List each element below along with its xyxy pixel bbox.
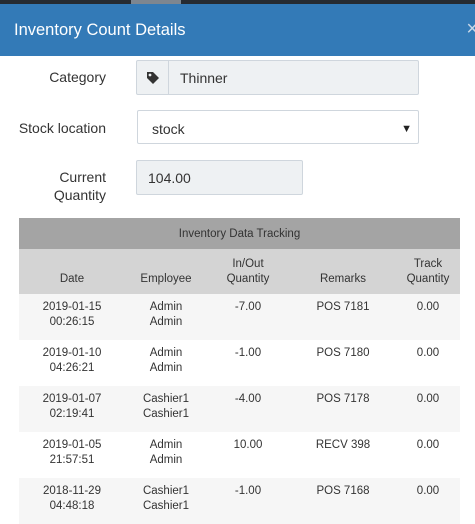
table-row: 2019-01-07 02:19:41 Cashier1 Cashier1 -4.0…	[19, 386, 460, 432]
employee-text: Admin	[149, 301, 183, 313]
column-header-employee: Employee	[140, 273, 192, 285]
cell-track: 0.00	[416, 347, 440, 359]
cell-inout: -7.00	[234, 301, 262, 313]
current-quantity-label-line2: Quantity	[53, 187, 106, 203]
time-text: 21:57:51	[49, 454, 95, 466]
table-row: 2019-01-15 00:26:15 Admin Admin -7.00 POS …	[19, 294, 460, 340]
employee-text: Admin	[149, 362, 183, 374]
column-header-track-line2: Quantity	[406, 273, 450, 285]
category-value: Thinner	[180, 70, 228, 86]
employee-text: Cashier1	[142, 485, 190, 497]
column-header-remarks: Remarks	[319, 273, 366, 285]
cell-employee: Cashier1 Cashier1	[127, 484, 205, 514]
time-text: 04:26:21	[49, 362, 95, 374]
column-header-date: Date	[59, 273, 85, 285]
time-text: 02:19:41	[49, 408, 95, 420]
cell-track: 0.00	[416, 301, 440, 313]
cell-track: 0.00	[416, 485, 440, 497]
table-caption: Inventory Data Tracking	[19, 218, 460, 249]
cell-inout: -4.00	[234, 393, 262, 405]
employee-text: Admin	[149, 439, 183, 451]
cell-date: 2019-01-15 00:26:15	[19, 300, 125, 330]
stock-location-value: stock	[152, 121, 185, 137]
column-header-track-line1: Track	[413, 258, 443, 270]
current-quantity-label-line1: Current	[59, 169, 106, 185]
cell-track: 0.00	[416, 439, 440, 451]
cell-employee: Admin Admin	[127, 346, 205, 376]
employee-text: Admin	[149, 454, 183, 466]
cell-employee: Admin Admin	[127, 300, 205, 330]
category-field: Thinner	[136, 60, 419, 95]
date-text: 2019-01-15	[42, 301, 102, 313]
cell-inout: -1.00	[234, 485, 262, 497]
cell-date: 2019-01-10 04:26:21	[19, 346, 125, 376]
cell-remarks: POS 7168	[316, 485, 370, 497]
cell-employee: Admin Admin	[127, 438, 205, 468]
employee-text: Cashier1	[142, 408, 190, 420]
column-header-inout-line2: Quantity	[226, 273, 270, 285]
stock-location-label: Stock location	[18, 120, 106, 136]
cell-remarks: POS 7181	[316, 301, 370, 313]
tag-icon	[137, 61, 169, 94]
table-row: 2019-01-10 04:26:21 Admin Admin -1.00 POS …	[19, 340, 460, 386]
column-header-inout-line1: In/Out	[232, 258, 264, 270]
table-row: 2019-01-05 21:57:51 Admin Admin 10.00 RECV…	[19, 432, 460, 478]
cell-track: 0.00	[416, 393, 440, 405]
employee-text: Admin	[149, 316, 183, 328]
table-header-row: Date Employee In/Out Quantity Remarks Tr…	[19, 249, 460, 294]
inventory-tracking-table: Inventory Data Tracking Date Employee In…	[19, 218, 460, 524]
current-quantity-label: Current Quantity	[0, 168, 106, 204]
modal-title: Inventory Count Details	[14, 21, 186, 39]
modal-header: Inventory Count Details ×	[0, 4, 475, 56]
cell-date: 2018-11-29 04:48:18	[19, 484, 125, 514]
date-text: 2019-01-10	[42, 347, 102, 359]
category-label: Category	[49, 69, 106, 85]
cell-inout: -1.00	[234, 347, 262, 359]
column-header-track: Track Quantity	[389, 257, 467, 287]
time-text: 00:26:15	[49, 316, 95, 328]
column-header-inout: In/Out Quantity	[207, 257, 289, 287]
cell-inout: 10.00	[233, 439, 263, 451]
close-icon[interactable]: ×	[466, 18, 475, 40]
current-quantity-value: 104.00	[148, 170, 191, 186]
current-quantity-field: 104.00	[136, 160, 303, 195]
stock-location-select[interactable]: stock ▼	[137, 110, 419, 144]
date-text: 2019-01-07	[42, 393, 102, 405]
date-text: 2019-01-05	[42, 439, 102, 451]
cell-date: 2019-01-05 21:57:51	[19, 438, 125, 468]
date-text: 2018-11-29	[43, 485, 101, 497]
cell-remarks: RECV 398	[315, 439, 371, 451]
table-row: 2018-11-29 04:48:18 Cashier1 Cashier1 -1.0…	[19, 478, 460, 524]
cell-remarks: POS 7180	[316, 347, 370, 359]
cell-remarks: POS 7178	[316, 393, 370, 405]
chevron-down-icon: ▼	[401, 123, 412, 135]
cell-employee: Cashier1 Cashier1	[127, 392, 205, 422]
employee-text: Admin	[149, 347, 183, 359]
cell-date: 2019-01-07 02:19:41	[19, 392, 125, 422]
employee-text: Cashier1	[142, 393, 190, 405]
